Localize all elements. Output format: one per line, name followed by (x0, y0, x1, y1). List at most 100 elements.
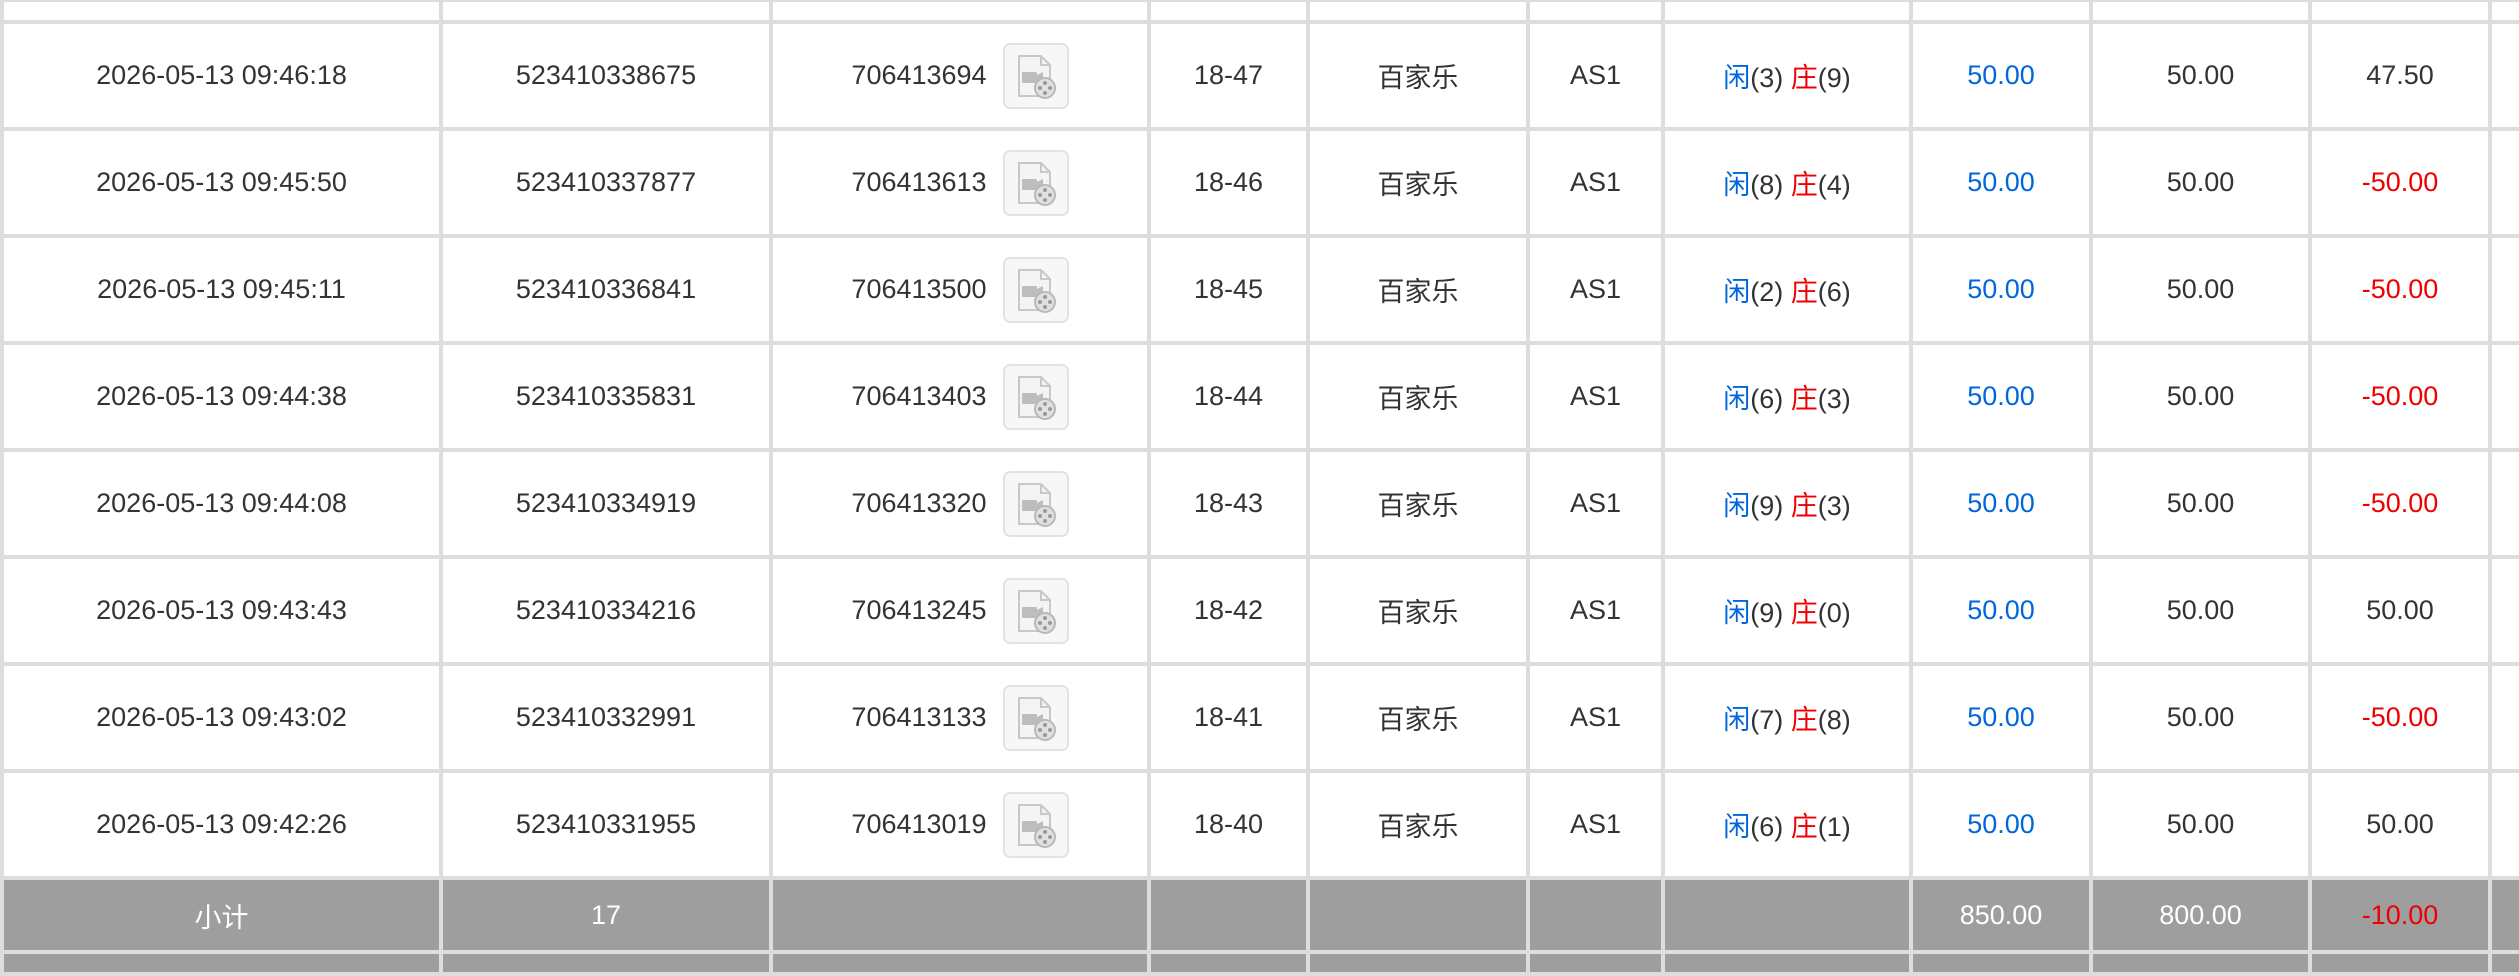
cell-result: 闲(7) 庄(8) (1661, 662, 1913, 773)
cell-round: 18-44 (1147, 341, 1310, 452)
banker-value: (4) (1817, 170, 1851, 200)
cell-order-number: 523410338675 (439, 20, 773, 131)
video-replay-icon[interactable] (1002, 256, 1069, 323)
cell-extra (2488, 127, 2519, 238)
cell-order-number: 523410334216 (439, 555, 773, 666)
player-label: 闲 (1723, 705, 1751, 735)
cell-game-type: 百家乐 (1306, 127, 1530, 238)
video-replay-icon[interactable] (1002, 577, 1069, 644)
cell-valid-bet: 50.00 (2089, 20, 2312, 131)
banker-value: (0) (1817, 598, 1851, 628)
cell-win-loss: -50.00 (2308, 127, 2492, 238)
player-label: 闲 (1723, 812, 1751, 842)
player-value: (3) (1750, 63, 1784, 93)
cell-game-type: 百家乐 (1306, 341, 1530, 452)
cell-win-loss: 47.50 (2308, 20, 2492, 131)
banker-value: (8) (1817, 705, 1851, 735)
player-label: 闲 (1723, 63, 1751, 93)
subtotal-valid-bet: 800.00 (2089, 876, 2312, 954)
cell-order-number: 523410331955 (439, 769, 773, 880)
cell-bet-time: 2026-05-13 09:46:18 (0, 20, 443, 131)
cell-win-loss: -50.00 (2308, 662, 2492, 773)
video-replay-icon[interactable] (1002, 684, 1069, 751)
video-replay-icon[interactable] (1002, 42, 1069, 109)
cell-bet-time: 2026-05-13 09:44:38 (0, 341, 443, 452)
win-loss-value: -50.00 (2361, 488, 2439, 518)
cell-bet-time: 2026-05-13 09:45:11 (0, 234, 443, 345)
cell-win-loss: -50.00 (2308, 234, 2492, 345)
table-row: 2026-05-13 09:44:38 523410335831 7064134… (0, 341, 2519, 452)
win-loss-value: -50.00 (2361, 381, 2439, 411)
banker-label: 庄 (1790, 705, 1818, 735)
cell-valid-bet: 50.00 (2089, 448, 2312, 559)
banker-label: 庄 (1790, 277, 1818, 307)
win-loss-value: -50.00 (2361, 274, 2439, 304)
video-replay-icon[interactable] (1002, 149, 1069, 216)
cell-extra (2488, 662, 2519, 773)
video-replay-icon[interactable] (1002, 791, 1069, 858)
cell-order-number: 523410336841 (439, 234, 773, 345)
win-loss-value: -50.00 (2361, 702, 2439, 732)
cell-game-number: 706413019 (769, 769, 1151, 880)
cell-result: 闲(2) 庄(6) (1661, 234, 1913, 345)
win-loss-value: 50.00 (2366, 595, 2434, 625)
bet-records-table: 2026-05-13 09:46:18 523410338675 7064136… (0, 0, 2519, 976)
game-number: 706413500 (851, 274, 987, 304)
cell-table: AS1 (1526, 555, 1665, 666)
cell-game-number: 706413613 (769, 127, 1151, 238)
cell-round: 18-42 (1147, 555, 1310, 666)
cell-game-number: 706413694 (769, 20, 1151, 131)
cell-table: AS1 (1526, 341, 1665, 452)
cell-result: 闲(9) 庄(0) (1661, 555, 1913, 666)
cell-valid-bet: 50.00 (2089, 341, 2312, 452)
player-value: (8) (1750, 170, 1784, 200)
cell-bet-time: 2026-05-13 09:43:02 (0, 662, 443, 773)
game-number: 706413133 (851, 702, 987, 732)
table-body: 2026-05-13 09:46:18 523410338675 7064136… (0, 0, 2519, 976)
video-replay-icon[interactable] (1002, 470, 1069, 537)
player-label: 闲 (1723, 277, 1751, 307)
cell-bet-time: 2026-05-13 09:42:26 (0, 769, 443, 880)
partial-row-top (0, 0, 2519, 24)
banker-label: 庄 (1790, 170, 1818, 200)
cell-table: AS1 (1526, 662, 1665, 773)
cell-bet-amount: 50.00 (1909, 127, 2093, 238)
cell-order-number: 523410334919 (439, 448, 773, 559)
cell-valid-bet: 50.00 (2089, 769, 2312, 880)
game-number: 706413613 (851, 167, 987, 197)
table-row: 2026-05-13 09:45:50 523410337877 7064136… (0, 127, 2519, 238)
cell-bet-amount: 50.00 (1909, 20, 2093, 131)
cell-round: 18-41 (1147, 662, 1310, 773)
cell-table: AS1 (1526, 448, 1665, 559)
player-value: (6) (1750, 812, 1784, 842)
cell-bet-time: 2026-05-13 09:45:50 (0, 127, 443, 238)
subtotal-count: 17 (439, 876, 773, 954)
cell-game-number: 706413403 (769, 341, 1151, 452)
banker-label: 庄 (1790, 384, 1818, 414)
cell-bet-amount: 50.00 (1909, 662, 2093, 773)
subtotal-row: 小计 17 850.00 800.00 -10.00 (0, 876, 2519, 954)
win-loss-value: -50.00 (2361, 167, 2439, 197)
banker-label: 庄 (1790, 63, 1818, 93)
cell-table: AS1 (1526, 234, 1665, 345)
cell-game-number: 706413245 (769, 555, 1151, 666)
banker-value: (9) (1817, 63, 1851, 93)
player-value: (6) (1750, 384, 1784, 414)
video-replay-icon[interactable] (1002, 363, 1069, 430)
cell-bet-time: 2026-05-13 09:44:08 (0, 448, 443, 559)
player-label: 闲 (1723, 491, 1751, 521)
game-number: 706413694 (851, 60, 987, 90)
cell-game-type: 百家乐 (1306, 555, 1530, 666)
cell-game-type: 百家乐 (1306, 234, 1530, 345)
subtotal-win-loss: -10.00 (2308, 876, 2492, 954)
player-value: (9) (1750, 491, 1784, 521)
cell-extra (2488, 20, 2519, 131)
game-number: 706413019 (851, 809, 987, 839)
cell-bet-amount: 50.00 (1909, 448, 2093, 559)
cell-order-number: 523410335831 (439, 341, 773, 452)
player-label: 闲 (1723, 170, 1751, 200)
cell-result: 闲(9) 庄(3) (1661, 448, 1913, 559)
cell-extra (2488, 769, 2519, 880)
cell-round: 18-43 (1147, 448, 1310, 559)
game-number: 706413320 (851, 488, 987, 518)
